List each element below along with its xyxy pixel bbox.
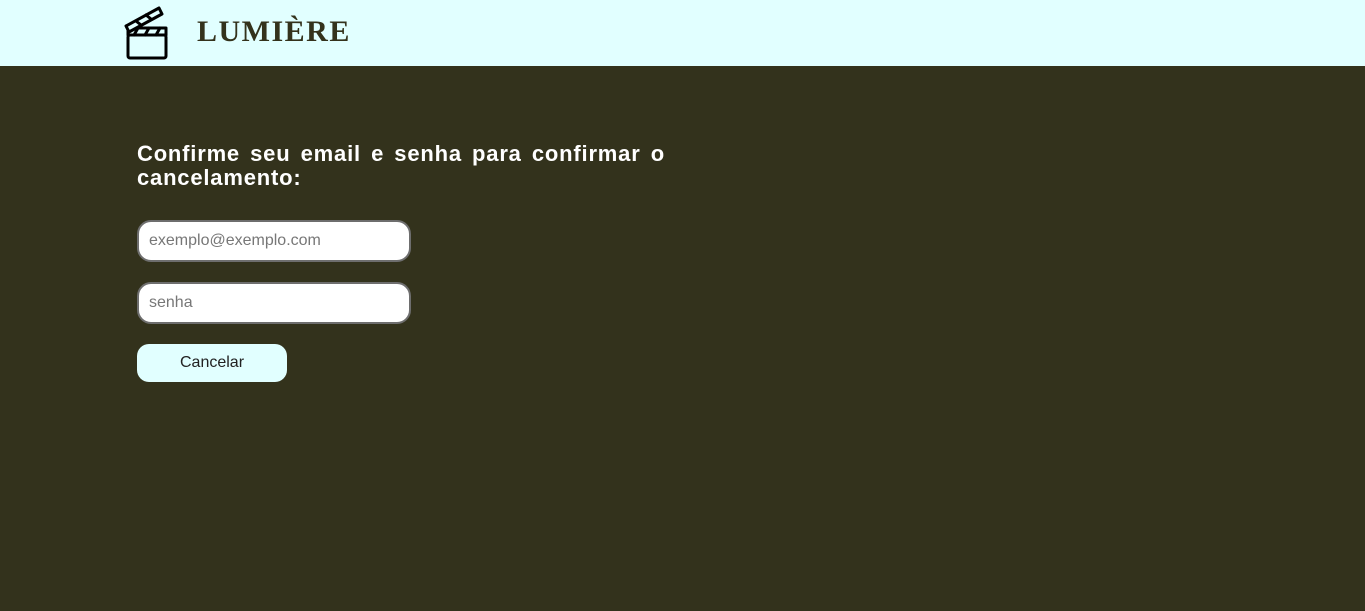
cancel-button[interactable]: Cancelar (137, 344, 287, 382)
brand-title[interactable]: LUMIÈRE (197, 14, 351, 50)
password-field[interactable] (137, 282, 411, 324)
form-heading-container: Confirme seu email e senha para confirma… (137, 142, 665, 190)
email-field[interactable] (137, 220, 411, 262)
clapperboard-icon[interactable] (122, 4, 170, 62)
form-heading: Confirme seu email e senha para confirma… (137, 141, 665, 190)
top-header: LUMIÈRE (0, 0, 1365, 66)
